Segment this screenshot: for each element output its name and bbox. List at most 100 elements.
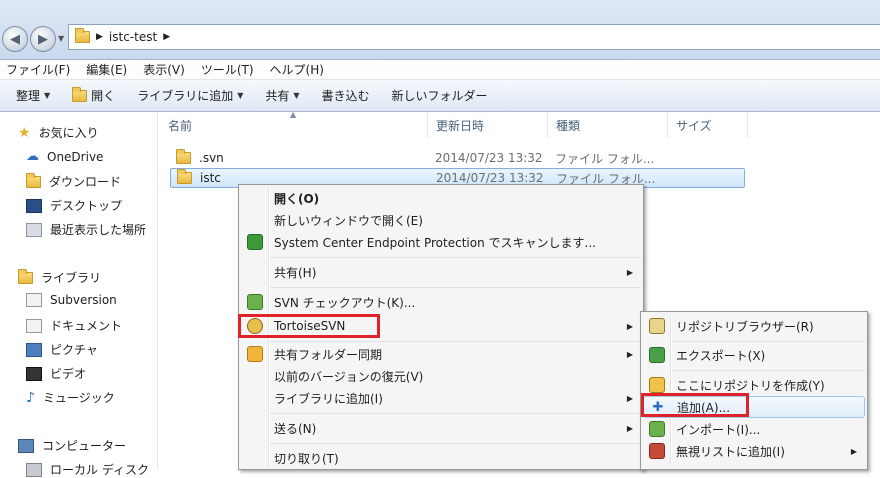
submenu-arrow-icon: ▶ [626, 349, 633, 359]
computer-icon [18, 438, 34, 453]
menu-repo-browser[interactable]: リポジトリブラウザー(R) [643, 315, 865, 337]
export-icon [649, 347, 665, 363]
add-to-library-label: ライブラリに追加 [137, 89, 234, 103]
open-button[interactable]: 開く [72, 86, 116, 104]
pictures-icon [26, 342, 42, 357]
menu-tools[interactable]: ツール(T) [201, 61, 254, 78]
menu-scan-label: System Center Endpoint Protection でスキャンし… [274, 235, 596, 250]
open-folder-icon [72, 86, 88, 102]
submenu-arrow-icon: ▶ [626, 321, 633, 331]
nav-music[interactable]: ♪ ミュージック [26, 389, 115, 406]
column-header-modified[interactable]: 更新日時 [428, 112, 548, 138]
add-to-library-button[interactable]: ライブラリに追加 ▼ [137, 87, 243, 104]
recent-pages-chevron-icon[interactable]: ▼ [58, 34, 64, 43]
menu-bar: ファイル(F) 編集(E) 表示(V) ツール(T) ヘルプ(H) [0, 60, 880, 80]
document-library-icon [26, 293, 42, 307]
menu-ignore[interactable]: 無視リストに追加(I) ▶ [643, 440, 865, 462]
file-row[interactable]: .svn 2014/07/23 13:32 ファイル フォル... [170, 148, 745, 168]
breadcrumb-separator-icon[interactable]: ▶ [163, 32, 170, 42]
column-header-type[interactable]: 種類 [548, 112, 668, 138]
sort-ascending-icon: ▲ [290, 110, 297, 119]
menu-ignore-label: 無視リストに追加(I) [676, 444, 785, 459]
documents-icon [26, 318, 42, 333]
open-label: 開く [91, 89, 116, 103]
nav-computer-label: コンピューター [42, 439, 127, 453]
menu-restore[interactable]: 以前のバージョンの復元(V) [241, 365, 641, 387]
nav-onedrive[interactable]: ☁ OneDrive [26, 149, 103, 164]
organize-button[interactable]: 整理 ▼ [16, 87, 50, 104]
new-folder-button[interactable]: 新しいフォルダー [392, 87, 488, 104]
videos-icon [26, 366, 42, 381]
nav-favorites[interactable]: ★ お気に入り [18, 124, 99, 141]
submenu-arrow-icon: ▶ [626, 393, 633, 403]
menu-export-label: エクスポート(X) [676, 348, 766, 363]
column-header-size[interactable]: サイズ [668, 112, 748, 138]
nav-recent[interactable]: 最近表示した場所 [26, 221, 146, 238]
menu-separator [270, 257, 641, 258]
back-button[interactable]: ◀ [2, 26, 28, 52]
menu-file[interactable]: ファイル(F) [6, 61, 70, 78]
menu-create-repo-label: ここにリポジトリを作成(Y) [676, 378, 825, 393]
menu-send-to[interactable]: 送る(N) ▶ [241, 417, 641, 439]
menu-view[interactable]: 表示(V) [143, 61, 185, 78]
nav-videos[interactable]: ビデオ [26, 365, 86, 382]
menu-cut[interactable]: 切り取り(T) [241, 447, 641, 469]
address-bar[interactable]: ▶ istc-test ▶ [68, 24, 880, 50]
nav-documents[interactable]: ドキュメント [26, 317, 122, 334]
menu-separator [672, 370, 865, 371]
nav-pictures[interactable]: ピクチャ [26, 341, 98, 358]
menu-open-new-window[interactable]: 新しいウィンドウで開く(E) [241, 209, 641, 231]
menu-open-label: 開く(O) [274, 191, 320, 206]
menu-help[interactable]: ヘルプ(H) [270, 61, 324, 78]
cloud-icon: ☁ [26, 149, 39, 164]
menu-import-label: インポート(I)... [676, 422, 761, 437]
menu-open[interactable]: 開く(O) [241, 187, 641, 209]
nav-favorites-label: お気に入り [38, 126, 99, 140]
menu-add-library[interactable]: ライブラリに追加(I) ▶ [241, 387, 641, 409]
menu-separator [270, 287, 641, 288]
highlight-box-tortoisesvn [238, 314, 380, 338]
column-modified-label: 更新日時 [436, 118, 485, 133]
column-size-label: サイズ [676, 118, 712, 133]
forward-button[interactable]: ▶ [30, 26, 56, 52]
menu-import[interactable]: インポート(I)... [643, 418, 865, 440]
column-headers: 名前 ▲ 更新日時 種類 サイズ [160, 110, 880, 138]
breadcrumb-separator-icon[interactable]: ▶ [96, 32, 103, 42]
menu-edit[interactable]: 編集(E) [86, 61, 127, 78]
menu-sync[interactable]: 共有フォルダー同期 ▶ [241, 343, 641, 365]
import-icon [649, 421, 665, 437]
menu-separator [672, 341, 865, 342]
star-icon: ★ [18, 124, 31, 141]
organize-label: 整理 [16, 89, 41, 103]
nav-downloads[interactable]: ダウンロード [26, 172, 121, 190]
burn-button[interactable]: 書き込む [322, 87, 370, 104]
nav-desktop[interactable]: デスクトップ [26, 197, 122, 214]
menu-export[interactable]: エクスポート(X) [643, 344, 865, 366]
nav-subversion[interactable]: Subversion [26, 293, 117, 307]
library-icon [18, 268, 33, 284]
menu-open-new-window-label: 新しいウィンドウで開く(E) [274, 213, 423, 228]
menu-scan[interactable]: System Center Endpoint Protection でスキャンし… [241, 231, 641, 253]
breadcrumb-istc-test[interactable]: istc-test [109, 30, 157, 44]
ignore-icon [649, 443, 665, 459]
nav-desktop-label: デスクトップ [50, 199, 123, 213]
new-folder-label: 新しいフォルダー [391, 89, 488, 103]
file-name: istc [200, 171, 221, 185]
menu-share[interactable]: 共有(H) ▶ [241, 261, 641, 283]
menu-sync-label: 共有フォルダー同期 [274, 347, 383, 362]
music-note-icon: ♪ [26, 389, 35, 406]
menu-separator [270, 443, 641, 444]
nav-libraries-label: ライブラリ [41, 271, 102, 285]
share-button[interactable]: 共有 ▼ [265, 87, 299, 104]
nav-onedrive-label: OneDrive [47, 149, 104, 164]
burn-label: 書き込む [321, 89, 370, 103]
submenu-arrow-icon: ▶ [850, 446, 857, 456]
forward-arrow-icon: ▶ [38, 31, 48, 47]
dropdown-caret-icon: ▼ [237, 91, 244, 100]
nav-libraries[interactable]: ライブラリ [18, 268, 102, 286]
column-header-name[interactable]: 名前 ▲ [160, 110, 428, 138]
nav-computer[interactable]: コンピューター [18, 437, 126, 454]
folder-icon [177, 169, 192, 184]
menu-svn-checkout[interactable]: SVN チェックアウト(K)... [241, 291, 641, 313]
nav-subversion-label: Subversion [50, 293, 117, 307]
